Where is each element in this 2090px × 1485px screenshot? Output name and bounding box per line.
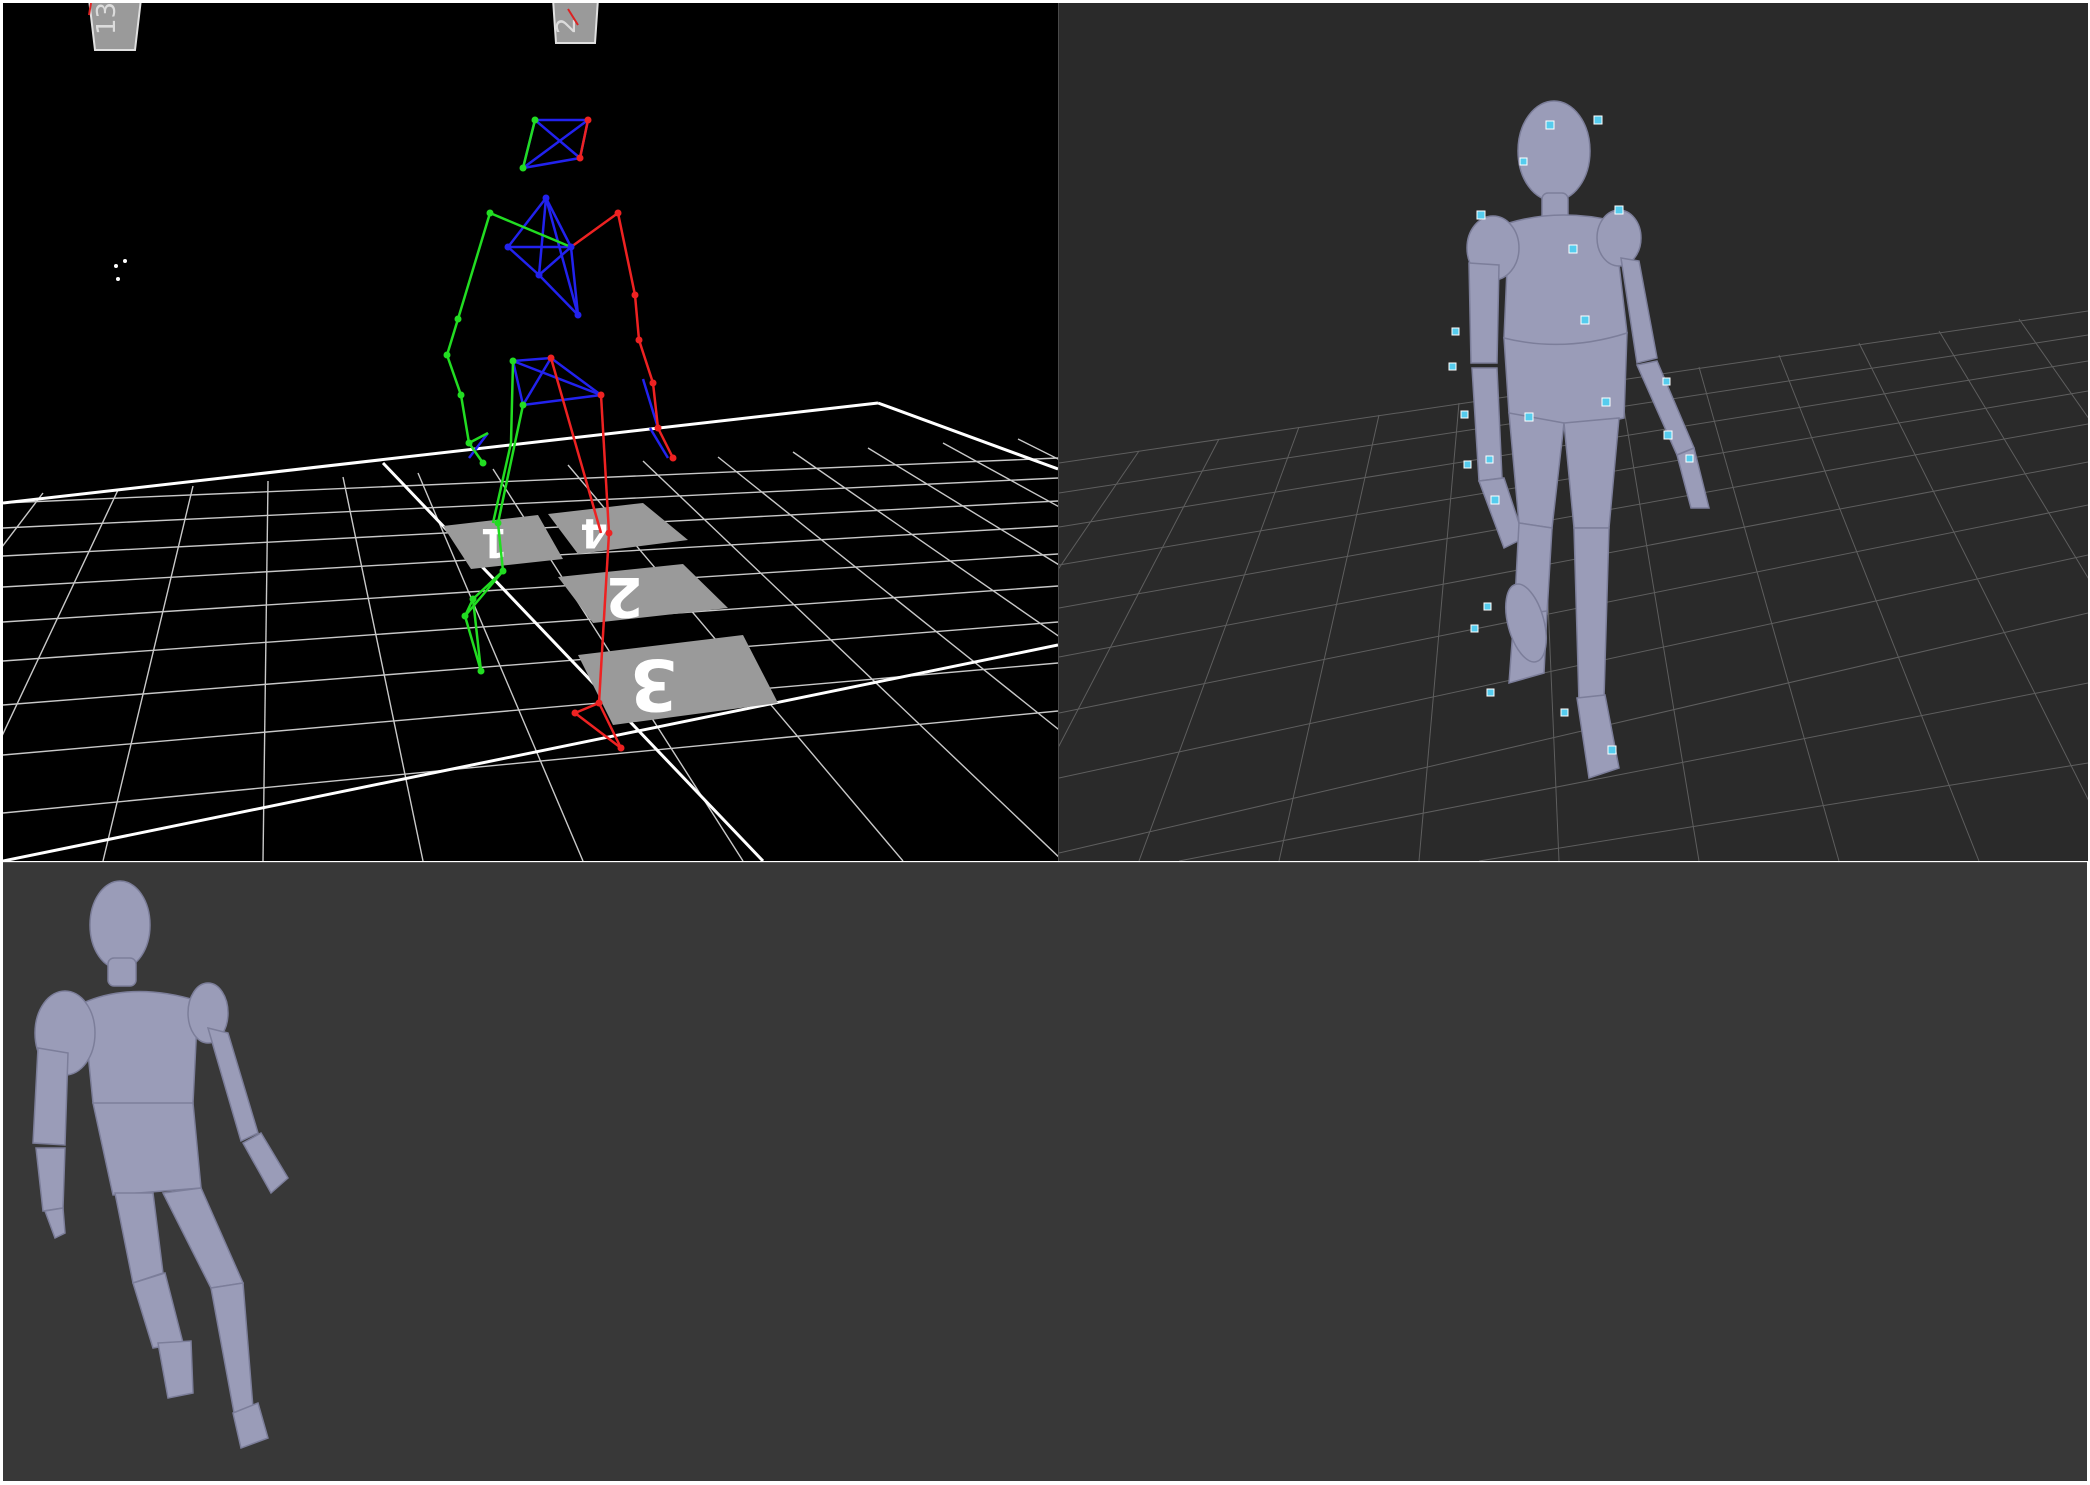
floor-markers: 1 4 2 3 xyxy=(443,503,778,725)
avatar-preview-viewport[interactable] xyxy=(3,862,2087,1481)
avatar-scene xyxy=(1059,100,2088,861)
screenshot-frame: 1 4 2 3 13 2 xyxy=(0,0,2090,1485)
avatar-figure xyxy=(1466,100,1710,779)
floor-marker-4: 4 xyxy=(580,509,608,555)
floor-grid xyxy=(3,438,1058,861)
floor-marker-2: 2 xyxy=(605,565,643,628)
skeleton-viewport[interactable]: 1 4 2 3 13 2 xyxy=(3,3,1058,861)
stray-markers xyxy=(114,259,127,281)
preview-avatar-figure xyxy=(32,880,289,1450)
camera-13-icon[interactable]: 13 xyxy=(88,3,142,51)
camera-2-label: 2 xyxy=(552,17,582,34)
preview-scene xyxy=(32,880,289,1450)
capture-volume-border xyxy=(3,401,1058,861)
skeleton-scene: 1 4 2 3 13 2 xyxy=(3,3,1058,861)
skeleton-center-chain xyxy=(468,118,670,459)
skeleton-left-chain xyxy=(445,119,572,672)
camera-13-label: 13 xyxy=(92,3,122,35)
avatar-marker-viewport[interactable] xyxy=(1058,3,2088,861)
floor-marker-3: 3 xyxy=(629,643,678,725)
floor-marker-1: 1 xyxy=(480,519,508,565)
camera-2-icon[interactable]: 2 xyxy=(552,3,599,44)
